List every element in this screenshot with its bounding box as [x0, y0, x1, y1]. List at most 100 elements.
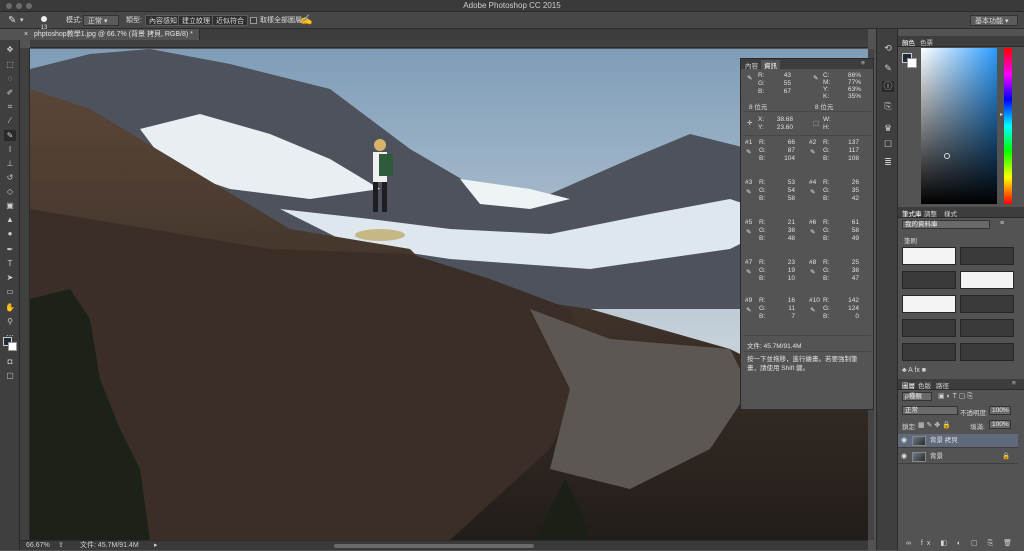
blend-mode-select[interactable]: 正常	[902, 406, 958, 415]
shape-tool-icon[interactable]: ▭	[4, 286, 16, 297]
zoom-tool-icon[interactable]: ⚲	[4, 316, 16, 327]
sampler-id: #9	[745, 297, 753, 304]
library-select[interactable]: 我的資料庫	[902, 220, 990, 229]
blend-mode-value: 正常	[905, 407, 918, 414]
brush-preset[interactable]	[960, 247, 1014, 265]
layer-filter-select[interactable]: ρ種類	[902, 392, 932, 401]
tool-presets-icon[interactable]: ☐	[882, 139, 894, 150]
layer-row[interactable]: ◉ 背景 拷貝	[898, 434, 1018, 448]
eyedropper-tool-icon[interactable]: ⁄	[4, 115, 16, 126]
color-picker-cursor[interactable]	[944, 153, 950, 159]
visibility-eye-icon[interactable]: ◉	[901, 434, 907, 448]
tab-swatches[interactable]: 色票	[920, 37, 933, 47]
tab-properties[interactable]: 內容	[745, 60, 758, 70]
tab-info[interactable]: 資訊	[761, 60, 780, 70]
workspace-select[interactable]: 基本功能 ▾	[970, 15, 1018, 26]
brush-preset[interactable]	[902, 271, 956, 289]
clone-stamp-tool-icon[interactable]: ⊥	[4, 158, 16, 169]
tab-adjustments[interactable]: 調整	[924, 208, 937, 218]
ruler-horizontal[interactable]	[30, 40, 868, 48]
sampler-eyedropper-icon: ✎	[810, 269, 816, 276]
fill-field[interactable]: 100%	[989, 420, 1011, 429]
path-selection-tool-icon[interactable]: ➤	[4, 272, 16, 283]
brush-preset[interactable]	[960, 319, 1014, 337]
crop-tool-icon[interactable]: ⌗	[4, 101, 16, 112]
brush-tool-icon[interactable]: ǀ	[4, 144, 16, 155]
divider	[743, 135, 871, 136]
right-panels: 顏色 色票 ▸ 筆式庫 調整 樣式 我的資料庫 ≡ 筆刷 ♣ A fx ■ 圖層…	[898, 29, 1024, 550]
brush-preset[interactable]	[902, 319, 956, 337]
opacity-field[interactable]: 100%	[989, 406, 1011, 415]
info-icon[interactable]: ⓘ	[882, 81, 894, 92]
file-size-info: 文件: 45.7M/91.4M	[747, 343, 802, 350]
layer-row[interactable]: ◉ 背景 🔒	[898, 450, 1018, 464]
lasso-tool-icon[interactable]: ◌	[4, 73, 16, 84]
dodge-tool-icon[interactable]: ●	[4, 228, 16, 239]
create-texture-button[interactable]: 建立紋理	[178, 15, 214, 26]
pressure-icon[interactable]: ✍	[300, 15, 312, 26]
pen-tool-icon[interactable]: ✒	[4, 244, 16, 255]
sample-all-layers-checkbox[interactable]	[250, 17, 257, 24]
lock-icons[interactable]: ▦ ✎ ✥ 🔒	[918, 421, 951, 429]
brush-preset[interactable]	[960, 343, 1014, 361]
divider	[743, 351, 871, 352]
tab-brush-presets[interactable]: 筆式庫	[902, 208, 922, 218]
quick-select-tool-icon[interactable]: ✐	[4, 87, 16, 98]
blur-tool-icon[interactable]: ▲	[4, 214, 16, 225]
horizontal-scrollbar[interactable]	[334, 544, 534, 548]
screen-mode-icon[interactable]: ▢	[4, 370, 16, 381]
brush-preset[interactable]	[902, 343, 956, 361]
brush-icon[interactable]: ♛	[882, 123, 894, 134]
history-brush-tool-icon[interactable]: ↺	[4, 172, 16, 183]
close-tab-icon[interactable]: ×	[24, 29, 28, 40]
crosshair-icon: ✛	[747, 120, 753, 127]
library-menu-icon[interactable]: ≡	[1000, 220, 1004, 227]
adjust-icon[interactable]: ≣	[882, 157, 894, 168]
move-tool-icon[interactable]: ✥	[4, 44, 16, 55]
spot-healing-tool-icon[interactable]: ✎	[4, 130, 16, 141]
type-tool-icon[interactable]: T	[4, 258, 16, 269]
brush-preset[interactable]	[960, 295, 1014, 313]
gradient-tool-icon[interactable]: ▣	[4, 200, 16, 211]
color-background-swatch[interactable]	[907, 58, 917, 68]
hue-slider-handle-icon[interactable]: ▸	[1000, 111, 1003, 118]
tab-color[interactable]: 顏色	[902, 37, 915, 47]
tab-layers[interactable]: 圖層	[902, 380, 915, 390]
brush-preset[interactable]	[902, 247, 956, 265]
brush-footer-icons[interactable]: ♣ A fx ■	[902, 367, 926, 374]
color-picker-field[interactable]	[921, 48, 997, 204]
layers-footer-icons[interactable]: ∞ fx ◧ ◐ ▢ ⎘ 🗑	[906, 539, 1016, 548]
content-aware-button[interactable]: 內容感知	[145, 15, 181, 26]
mode-select[interactable]: 正常 ▾	[83, 15, 119, 26]
panel-menu-icon[interactable]: ≡	[861, 60, 865, 67]
brush-tool-icon[interactable]: ✎	[8, 15, 16, 26]
tab-paths[interactable]: 路徑	[936, 380, 949, 390]
tab-channels[interactable]: 色版	[918, 380, 931, 390]
document-tab[interactable]: × phptoshop教學1.jpg @ 66.7% (背景 拷貝, RGB/8…	[20, 29, 200, 40]
actions-icon[interactable]: ✎	[882, 63, 894, 74]
proximity-match-button[interactable]: 近似符合	[212, 15, 248, 26]
layer-thumbnail	[912, 436, 926, 446]
background-color-swatch[interactable]	[8, 342, 17, 351]
properties-icon[interactable]: ⎘	[882, 101, 894, 112]
brush-preset-dropdown-icon[interactable]: ▾	[20, 15, 24, 26]
brush-preset[interactable]	[960, 271, 1014, 289]
sampler-g-value: 117	[848, 147, 859, 154]
brush-size-picker[interactable]: 13	[34, 15, 54, 31]
cmyk-y-value: 63%	[847, 86, 861, 93]
visibility-eye-icon[interactable]: ◉	[901, 450, 907, 464]
tab-styles[interactable]: 樣式	[944, 208, 957, 218]
eraser-tool-icon[interactable]: ◇	[4, 186, 16, 197]
sampler-r-value: 53	[787, 179, 795, 186]
quick-mask-icon[interactable]: ◘	[4, 356, 16, 367]
layers-panel-menu-icon[interactable]: ≡	[1012, 380, 1016, 387]
history-icon[interactable]: ⟲	[882, 43, 894, 54]
divider	[743, 111, 871, 112]
sampler-b-label: B:	[823, 275, 830, 282]
layer-filter-icons[interactable]: ▣ ◐ T ▢ ⎘	[938, 392, 973, 401]
hand-tool-icon[interactable]: ✋	[4, 302, 16, 313]
marquee-tool-icon[interactable]: ⬚	[4, 59, 16, 70]
brush-preset[interactable]	[902, 295, 956, 313]
ruler-vertical[interactable]	[20, 48, 30, 540]
hue-slider[interactable]	[1004, 48, 1012, 204]
